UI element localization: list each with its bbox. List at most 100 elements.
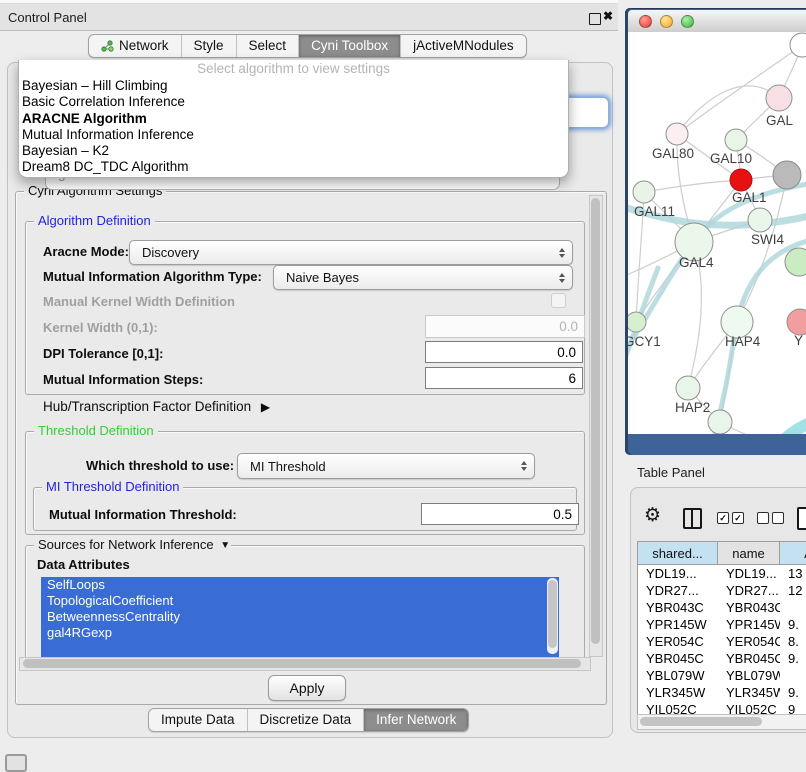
table-column-header[interactable]: shared...	[638, 542, 718, 564]
zoom-traffic-light[interactable]	[681, 15, 694, 28]
network-node[interactable]	[773, 161, 801, 189]
bottom-tabbar: Impute Data Discretize Data Infer Networ…	[148, 708, 469, 732]
settings-vertical-scrollbar[interactable]	[589, 195, 603, 657]
close-traffic-light[interactable]	[639, 15, 652, 28]
algorithm-option[interactable]: Dream8 DC_TDC Algorithm	[19, 159, 568, 175]
data-attribute-item[interactable]: TopologicalCoefficient	[41, 593, 559, 609]
table-row[interactable]: YBR045CYBR045C9.	[638, 650, 806, 667]
network-node-swi4[interactable]	[748, 208, 772, 232]
tab-jactivemnodules[interactable]: jActiveMNodules	[400, 35, 526, 57]
mi-threshold-field[interactable]: 0.5	[421, 503, 579, 525]
table-cell: YIL052C	[638, 701, 718, 715]
network-node-label: GAL10	[710, 151, 752, 166]
network-node-gal80[interactable]	[666, 123, 688, 145]
table-cell: 9.	[780, 616, 806, 633]
table-row[interactable]: YBL079WYBL079W	[638, 667, 806, 684]
tab-discretize-data[interactable]: Discretize Data	[247, 709, 364, 731]
algorithm-definition-title: Algorithm Definition	[34, 213, 155, 228]
columns-icon[interactable]	[683, 508, 702, 529]
mi-algorithm-type-combobox[interactable]: Naive Bayes	[273, 265, 573, 290]
table-row[interactable]: YDL19...YDL19...13	[638, 565, 806, 582]
table-column-header[interactable]: name	[718, 542, 780, 564]
gear-icon[interactable]: ⚙	[644, 506, 661, 525]
algorithm-option[interactable]: Basic Correlation Inference	[19, 94, 568, 110]
network-canvas[interactable]: GALGAL80GAL10GAL1GAL11SWI4GAL4GCY1HAP4YH…	[628, 32, 806, 434]
bottom-left-chip[interactable]	[5, 754, 27, 772]
network-node-gal1[interactable]	[730, 169, 752, 191]
network-node[interactable]	[785, 248, 806, 276]
table-cell: YBL079W	[718, 667, 780, 684]
algorithm-option[interactable]: Bayesian – K2	[19, 143, 568, 159]
network-node-gal10[interactable]	[725, 129, 747, 151]
float-icon[interactable]	[589, 13, 601, 25]
combobox-arrows-icon	[559, 273, 565, 283]
which-threshold-label: Which threshold to use:	[86, 458, 234, 473]
aracne-mode-combobox[interactable]: Discovery	[129, 240, 573, 265]
tab-network[interactable]: Network	[89, 35, 181, 57]
network-edge[interactable]	[776, 418, 806, 434]
algorithm-option[interactable]: Bayesian – Hill Climbing	[19, 78, 568, 94]
mi-steps-field[interactable]: 6	[425, 367, 583, 389]
table-cell: YDL19...	[718, 565, 780, 582]
network-node-y[interactable]	[787, 309, 806, 335]
tab-style[interactable]: Style	[181, 35, 236, 57]
table-cell: 9.	[780, 684, 806, 701]
kernel-width-field[interactable]: 0.0	[425, 315, 585, 338]
apply-button[interactable]: Apply	[268, 675, 346, 701]
data-attribute-item[interactable]: gal4RGexp	[41, 625, 559, 641]
data-attribute-item[interactable]: BetweennessCentrality	[41, 609, 559, 625]
network-node-label: GAL80	[652, 146, 694, 161]
data-attribute-item[interactable]: SelfLoops	[41, 577, 559, 593]
table-cell: 9	[780, 701, 806, 715]
checked-box-icon[interactable]: ✓	[717, 512, 729, 524]
table-row[interactable]: YDR27...YDR27...12	[638, 582, 806, 599]
unchecked-box-icon[interactable]	[757, 512, 769, 524]
attributes-list-scrollbar[interactable]	[547, 578, 558, 654]
table-column-header[interactable]: A	[780, 542, 806, 564]
checked-box-icon[interactable]: ✓	[732, 512, 744, 524]
table-cell: YPR145W	[638, 616, 718, 633]
network-edge[interactable]	[677, 86, 779, 134]
table-cell: YDR27...	[718, 582, 780, 599]
table-row[interactable]: YLR345WYLR345W9.	[638, 684, 806, 701]
tab-select[interactable]: Select	[236, 35, 299, 57]
sources-title-label: Sources for Network Inference	[38, 537, 214, 552]
tab-cyni-toolbox[interactable]: Cyni Toolbox	[298, 35, 400, 57]
network-edge[interactable]	[644, 180, 741, 192]
tab-impute-data[interactable]: Impute Data	[149, 709, 247, 731]
network-node-hap2[interactable]	[676, 376, 700, 400]
settings-horizontal-scrollbar[interactable]	[19, 657, 591, 671]
minimize-traffic-light[interactable]	[660, 15, 673, 28]
network-node-gal[interactable]	[766, 85, 792, 111]
network-node[interactable]	[708, 410, 732, 434]
table-panel-title: Table Panel	[637, 465, 705, 480]
manual-kernel-width-checkbox[interactable]	[551, 293, 566, 308]
table-cell: YBL079W	[638, 667, 718, 684]
sources-title[interactable]: Sources for Network Inference ▼	[34, 537, 231, 552]
network-node[interactable]	[790, 33, 806, 57]
table-row[interactable]: YIL052CYIL052C9	[638, 701, 806, 715]
table-row[interactable]: YER054CYER054C8.	[638, 633, 806, 650]
hub-definition-expander[interactable]: Hub/Transcription Factor Definition ▶	[43, 399, 264, 414]
table-cell: 12	[780, 582, 806, 599]
table-row[interactable]: YPR145WYPR145W9.	[638, 616, 806, 633]
algorithm-option[interactable]: ARACNE Algorithm	[19, 111, 568, 127]
table-horizontal-scrollbar[interactable]	[637, 714, 806, 730]
dpi-tolerance-field[interactable]: 0.0	[425, 341, 583, 363]
tab-label: Network	[119, 38, 169, 53]
network-node-label: GAL4	[679, 255, 714, 270]
network-window-titlebar[interactable]	[628, 10, 806, 33]
close-icon[interactable]: ✖	[603, 9, 613, 23]
file-icon[interactable]	[797, 507, 806, 530]
unchecked-box-icon[interactable]	[772, 512, 784, 524]
network-node-gal11[interactable]	[633, 181, 655, 203]
algorithm-option[interactable]: Mutual Information Inference	[19, 127, 568, 143]
network-canvas-svg: GALGAL80GAL10GAL1GAL11SWI4GAL4GCY1HAP4YH…	[628, 32, 806, 434]
table-row[interactable]: YBR043CYBR043C	[638, 599, 806, 616]
which-threshold-combobox[interactable]: MI Threshold	[237, 453, 535, 479]
control-panel-titlebar: Control Panel ✖	[0, 4, 618, 31]
expand-right-icon: ▶	[261, 400, 270, 414]
tab-infer-network[interactable]: Infer Network	[363, 709, 468, 731]
data-attributes-list[interactable]: SelfLoopsTopologicalCoefficientBetweenne…	[41, 577, 559, 657]
network-node-gcy1[interactable]	[628, 312, 646, 332]
